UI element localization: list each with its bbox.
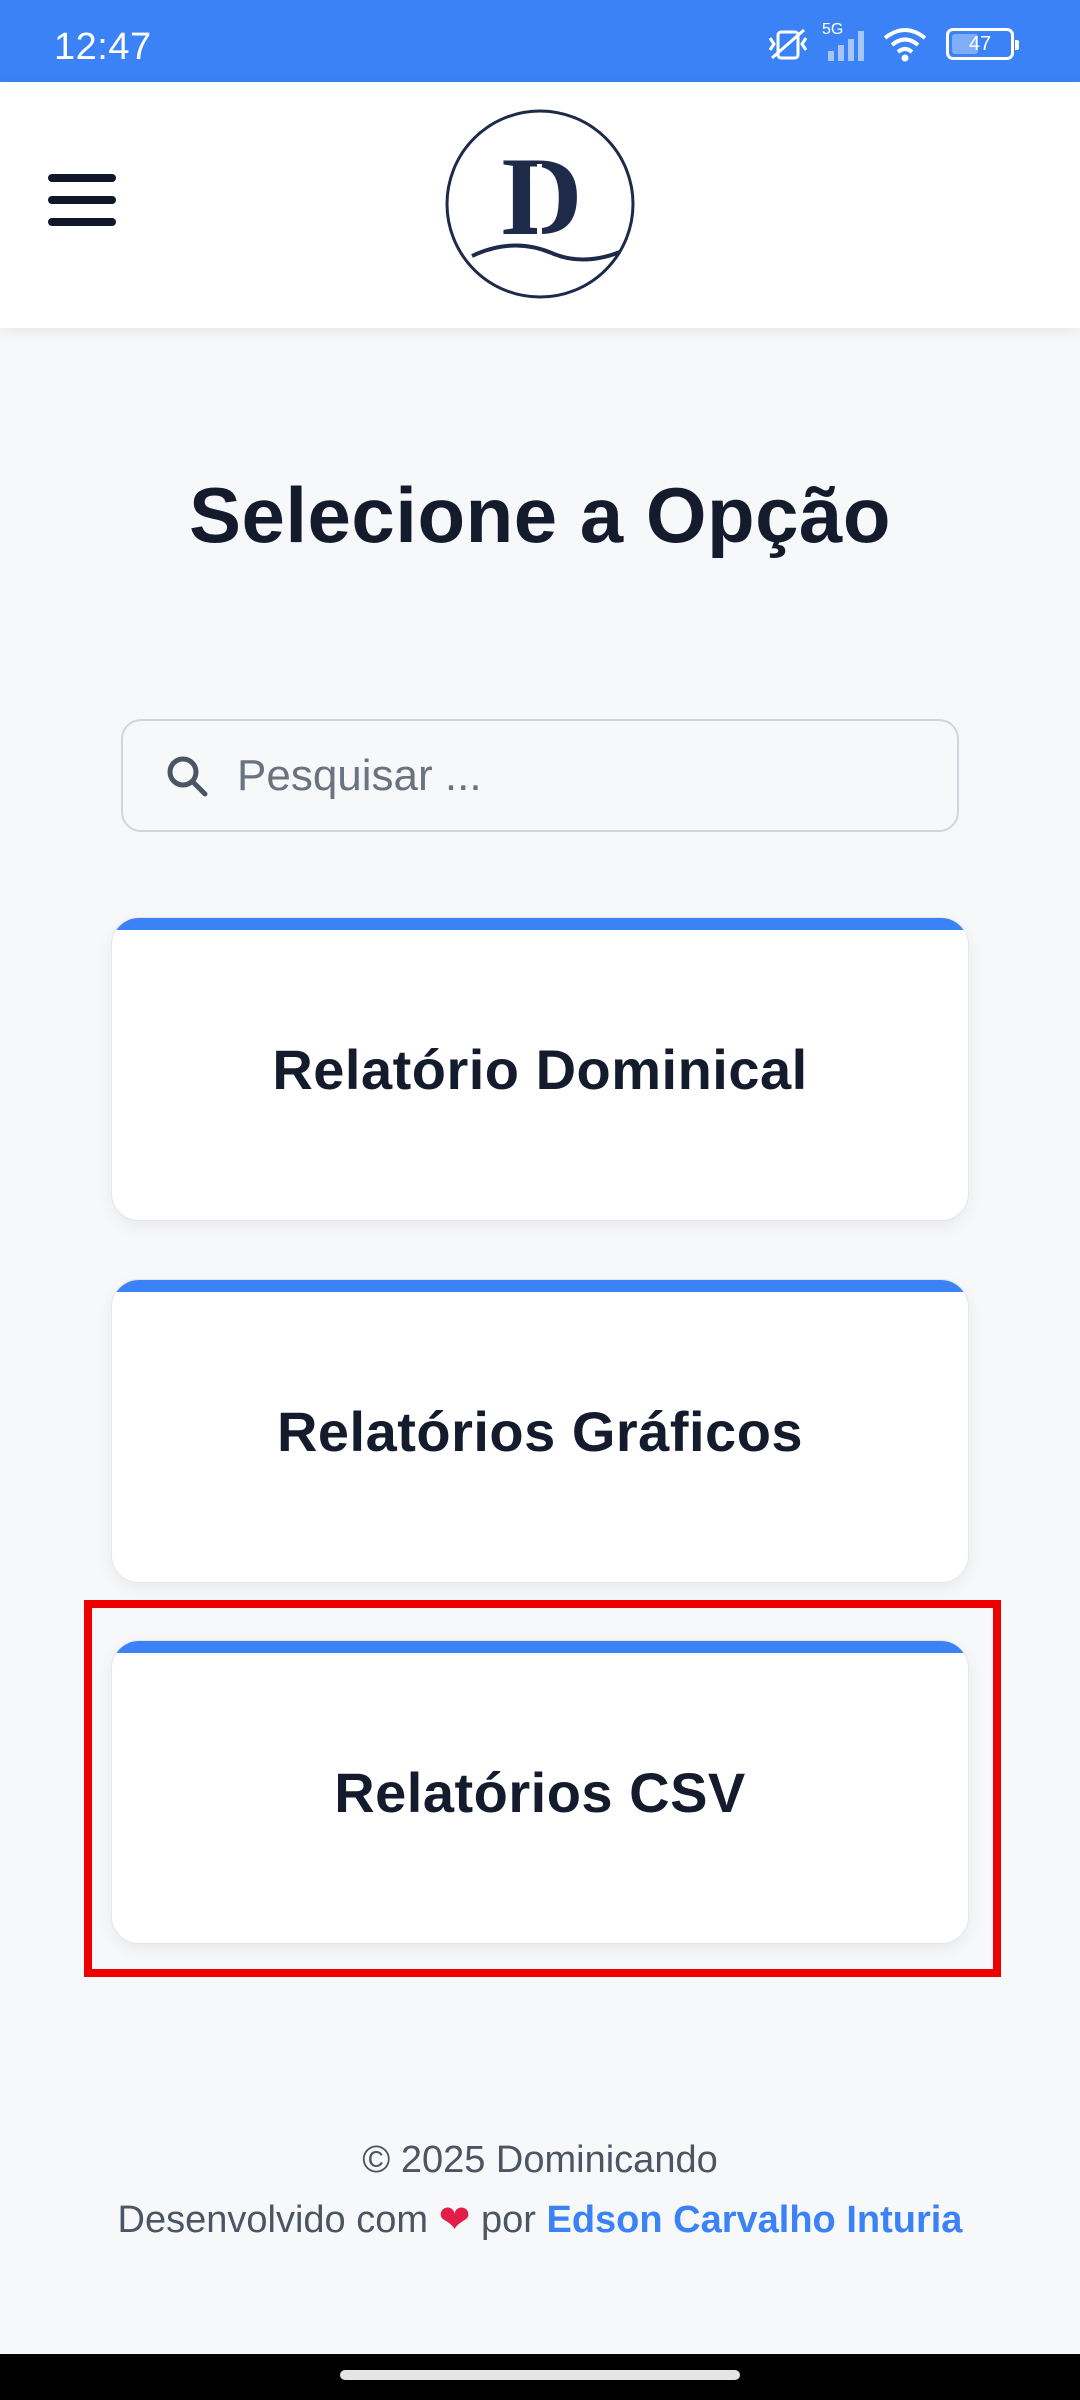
footer-developed-prefix: Desenvolvido com: [117, 2199, 429, 2241]
battery-level: 47: [968, 32, 992, 55]
search-bar[interactable]: [121, 719, 959, 832]
author-link[interactable]: Edson Carvalho Inturia: [546, 2199, 962, 2241]
system-nav-bar: [0, 2354, 1080, 2400]
status-time: 12:47: [54, 26, 152, 68]
search-input[interactable]: [237, 750, 937, 801]
app-logo[interactable]: D: [444, 106, 636, 302]
card-relatorios-graficos[interactable]: Relatórios Gráficos: [111, 1279, 969, 1583]
card-relatorios-csv[interactable]: Relatórios CSV: [111, 1640, 969, 1944]
search-icon: [167, 756, 208, 796]
signal-icon: 5G: [822, 21, 864, 61]
card-label: Relatórios CSV: [334, 1760, 746, 1824]
home-gesture-handle[interactable]: [340, 2370, 740, 2380]
footer-credits: Desenvolvido com ❤ por Edson Carvalho In…: [0, 2190, 1080, 2250]
card-relatorio-dominical[interactable]: Relatório Dominical: [111, 917, 969, 1221]
card-label: Relatório Dominical: [272, 1037, 808, 1101]
heart-icon: ❤: [438, 2199, 471, 2241]
card-label: Relatórios Gráficos: [276, 1399, 804, 1463]
app-header: D: [0, 82, 1080, 328]
status-bar: 12:47 5G 47: [0, 0, 1080, 82]
page-title: Selecione a Opção: [188, 471, 892, 559]
footer: © 2025 Dominicando Desenvolvido com ❤ po…: [0, 2130, 1080, 2250]
network-type: 5G: [822, 21, 844, 38]
footer-developed-by: por: [481, 2199, 536, 2241]
vibrate-icon: [768, 28, 808, 60]
status-icons: 5G 47: [766, 21, 1019, 62]
battery-icon: 47: [946, 28, 1019, 60]
wifi-icon: [883, 28, 927, 62]
hamburger-menu-icon[interactable]: [48, 164, 128, 236]
footer-copyright: © 2025 Dominicando: [362, 2139, 718, 2181]
